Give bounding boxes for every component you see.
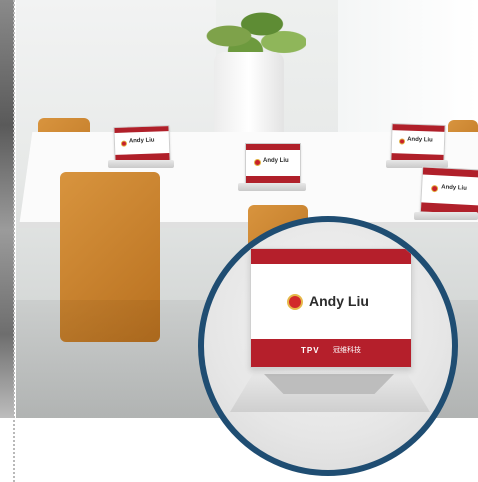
card-stand-inner xyxy=(264,374,394,394)
emblem-icon xyxy=(120,140,128,147)
plant-leaves xyxy=(196,0,306,60)
plant-pot xyxy=(214,52,284,142)
card-top-bar xyxy=(246,144,300,151)
zoomed-name-card: Andy Liu TPV 冠维科技 xyxy=(250,248,412,368)
emblem-icon xyxy=(254,159,261,166)
card-name: Andy Liu xyxy=(309,293,369,309)
card-name: Andy Liu xyxy=(128,137,155,145)
name-card: Andy Liu xyxy=(245,143,301,185)
emblem-icon xyxy=(287,294,303,310)
brand-name: 冠维科技 xyxy=(333,347,361,354)
card-name: Andy Liu xyxy=(407,136,433,144)
card-top-bar xyxy=(422,167,478,178)
left-photo-strip xyxy=(0,0,14,418)
name-card: Andy Liu xyxy=(419,166,478,216)
card-name: Andy Liu xyxy=(263,158,289,164)
name-card: Andy Liu xyxy=(113,125,171,163)
card-name: Andy Liu xyxy=(441,184,467,192)
zoom-detail-circle: Andy Liu TPV 冠维科技 xyxy=(198,216,458,476)
emblem-icon xyxy=(430,184,439,193)
card-stand xyxy=(238,183,306,191)
dotted-divider xyxy=(13,0,15,482)
card-top-bar xyxy=(251,249,411,264)
brand-logo: TPV xyxy=(301,346,320,355)
card-stand xyxy=(414,212,478,220)
card-stand xyxy=(108,160,174,168)
card-top-bar xyxy=(114,126,169,134)
card-bottom-bar xyxy=(251,339,411,367)
name-card: Andy Liu xyxy=(390,123,446,163)
card-top-bar xyxy=(392,124,445,132)
emblem-icon xyxy=(398,138,406,145)
